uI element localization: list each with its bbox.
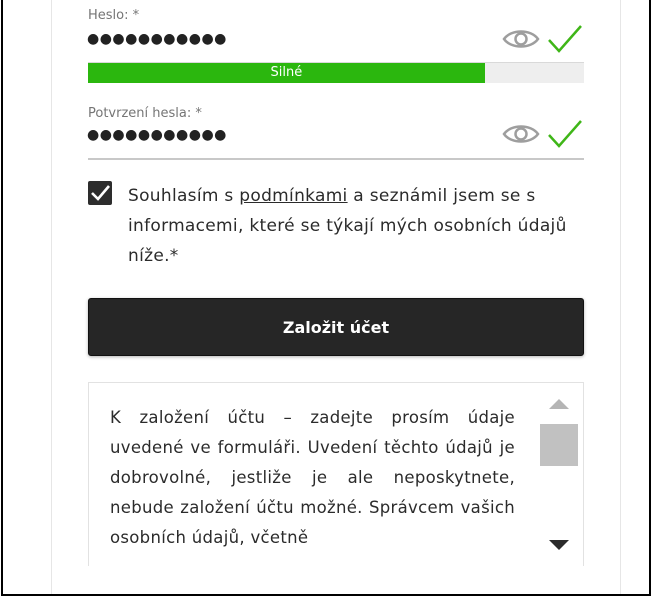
password-strength-fill: Silné bbox=[88, 63, 485, 83]
eye-icon[interactable] bbox=[502, 27, 540, 51]
divider bbox=[51, 0, 52, 594]
password-strength-meter: Silné bbox=[88, 62, 584, 83]
privacy-info-box: K založení účtu – zadejte prosím údaje u… bbox=[88, 382, 584, 566]
consent-text: Souhlasím s podmínkami a seznámil jsem s… bbox=[128, 186, 567, 266]
create-account-button[interactable]: Založit účet bbox=[88, 298, 584, 356]
confirm-password-input[interactable]: ●●●●●●●●●●● bbox=[87, 127, 227, 143]
checkmark-icon bbox=[91, 185, 110, 201]
eye-icon[interactable] bbox=[502, 122, 540, 146]
password-label: Heslo: * bbox=[88, 8, 140, 23]
confirm-password-label: Potvrzení hesla: * bbox=[88, 106, 202, 121]
confirm-password-underline bbox=[88, 158, 584, 160]
check-icon bbox=[548, 25, 582, 53]
scroll-up-arrow-icon[interactable] bbox=[549, 399, 569, 409]
scroll-down-arrow-icon[interactable] bbox=[549, 540, 569, 550]
scroll-thumb[interactable] bbox=[540, 424, 578, 466]
password-strength-label: Silné bbox=[270, 65, 303, 80]
terms-link[interactable]: podmínkami bbox=[239, 186, 347, 206]
consent-checkbox[interactable] bbox=[88, 181, 112, 205]
check-icon bbox=[548, 120, 582, 148]
privacy-info-text: K založení účtu – zadejte prosím údaje u… bbox=[110, 408, 515, 547]
password-input[interactable]: ●●●●●●●●●●● bbox=[87, 31, 227, 47]
scrollbar[interactable] bbox=[536, 383, 582, 566]
divider bbox=[620, 0, 621, 594]
